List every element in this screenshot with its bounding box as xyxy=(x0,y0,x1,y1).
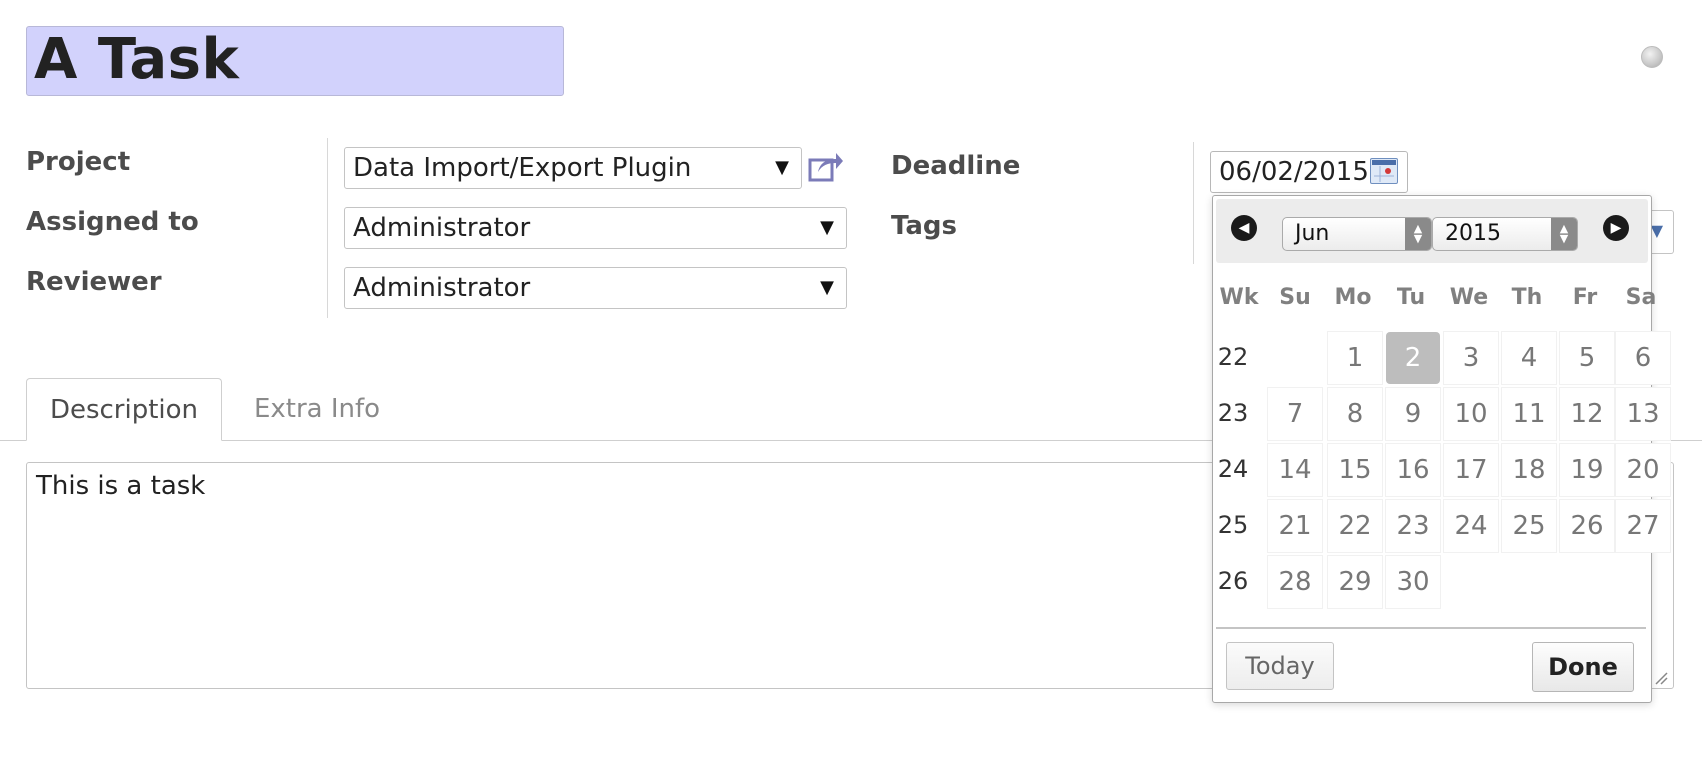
external-link-icon[interactable] xyxy=(808,150,844,184)
calendar-day[interactable]: 23 xyxy=(1386,500,1440,552)
reviewer-label: Reviewer xyxy=(26,267,162,297)
calendar-day[interactable]: 3 xyxy=(1444,332,1498,384)
today-button[interactable]: Today xyxy=(1226,642,1334,690)
done-button[interactable]: Done xyxy=(1532,642,1634,692)
calendar-day[interactable]: 24 xyxy=(1444,500,1498,552)
calendar-day[interactable]: 19 xyxy=(1560,444,1614,496)
calendar-day[interactable]: 20 xyxy=(1616,444,1670,496)
month-value: Jun xyxy=(1295,221,1330,246)
calendar-day[interactable]: 4 xyxy=(1502,332,1556,384)
spinner-icon: ▲ ▼ xyxy=(1551,218,1577,250)
calendar-day[interactable]: 16 xyxy=(1386,444,1440,496)
tags-label: Tags xyxy=(891,211,958,241)
resize-handle-icon[interactable] xyxy=(1654,670,1668,685)
project-value: Data Import/Export Plugin xyxy=(353,153,692,183)
year-value: 2015 xyxy=(1445,221,1501,246)
tab-extra-info[interactable]: Extra Info xyxy=(232,378,402,441)
deadline-label: Deadline xyxy=(891,151,1021,181)
week-number: 26 xyxy=(1217,567,1249,595)
weekday-header: Su xyxy=(1279,285,1311,310)
description-text: This is a task xyxy=(36,471,206,501)
calendar-day[interactable]: 28 xyxy=(1268,556,1322,608)
chevron-down-icon: ▼ xyxy=(820,277,834,298)
calendar-day[interactable]: 10 xyxy=(1444,388,1498,440)
next-month-icon[interactable]: ▶ xyxy=(1603,215,1629,241)
reviewer-select[interactable]: Administrator ▼ xyxy=(344,267,847,309)
weekday-header: Wk xyxy=(1219,285,1259,310)
calendar-day[interactable]: 7 xyxy=(1268,388,1322,440)
weekday-header: Tu xyxy=(1396,285,1426,310)
calendar-day[interactable]: 13 xyxy=(1616,388,1670,440)
datepicker-divider xyxy=(1216,627,1646,629)
assigned-to-value: Administrator xyxy=(353,213,531,243)
chevron-down-icon: ▼ xyxy=(1650,221,1663,240)
calendar-day[interactable]: 21 xyxy=(1268,500,1322,552)
calendar-day[interactable]: 6 xyxy=(1616,332,1670,384)
field-divider xyxy=(327,138,328,318)
calendar-day[interactable]: 8 xyxy=(1328,388,1382,440)
project-label: Project xyxy=(26,147,131,177)
spinner-icon: ▲ ▼ xyxy=(1405,218,1431,250)
assigned-to-select[interactable]: Administrator ▼ xyxy=(344,207,847,249)
year-select[interactable]: 2015 ▲ ▼ xyxy=(1432,217,1578,251)
calendar-day[interactable]: 11 xyxy=(1502,388,1556,440)
calendar-day[interactable]: 15 xyxy=(1328,444,1382,496)
calendar-day[interactable]: 9 xyxy=(1386,388,1440,440)
week-number: 24 xyxy=(1217,455,1249,483)
calendar-day[interactable]: 22 xyxy=(1328,500,1382,552)
week-number: 25 xyxy=(1217,511,1249,539)
week-number: 23 xyxy=(1217,399,1249,427)
assigned-to-label: Assigned to xyxy=(26,207,199,237)
calendar-day[interactable]: 18 xyxy=(1502,444,1556,496)
reviewer-value: Administrator xyxy=(353,273,531,303)
calendar-day[interactable]: 30 xyxy=(1386,556,1440,608)
weekday-header: Mo xyxy=(1334,285,1372,310)
tab-extra-info-label: Extra Info xyxy=(253,394,381,424)
weekday-header: Th xyxy=(1511,285,1543,310)
field-divider xyxy=(1193,142,1194,264)
month-select[interactable]: Jun ▲ ▼ xyxy=(1282,217,1432,251)
task-title: A Task xyxy=(34,27,240,92)
project-select[interactable]: Data Import/Export Plugin ▼ xyxy=(344,147,802,189)
calendar-day[interactable]: 5 xyxy=(1560,332,1614,384)
calendar-day-selected[interactable]: 2 xyxy=(1386,332,1440,384)
calendar-day[interactable]: 1 xyxy=(1328,332,1382,384)
calendar-day[interactable]: 25 xyxy=(1502,500,1556,552)
calendar-day[interactable]: 29 xyxy=(1328,556,1382,608)
prev-month-icon[interactable]: ◀ xyxy=(1231,215,1257,241)
weekday-header: Fr xyxy=(1572,285,1598,310)
calendar-icon[interactable] xyxy=(1370,158,1398,184)
calendar-day[interactable]: 17 xyxy=(1444,444,1498,496)
weekday-header: Sa xyxy=(1625,285,1657,310)
chevron-down-icon: ▼ xyxy=(820,217,834,238)
calendar-day[interactable]: 26 xyxy=(1560,500,1614,552)
tab-description[interactable]: Description xyxy=(26,378,222,441)
deadline-value: 06/02/2015 xyxy=(1219,157,1369,187)
weekday-header: We xyxy=(1449,285,1489,310)
tab-description-label: Description xyxy=(49,395,199,425)
calendar-day[interactable]: 27 xyxy=(1616,500,1670,552)
status-indicator-icon[interactable] xyxy=(1641,46,1663,68)
chevron-down-icon: ▼ xyxy=(775,157,789,178)
calendar-day[interactable]: 12 xyxy=(1560,388,1614,440)
week-number: 22 xyxy=(1217,343,1249,371)
calendar-day[interactable]: 14 xyxy=(1268,444,1322,496)
